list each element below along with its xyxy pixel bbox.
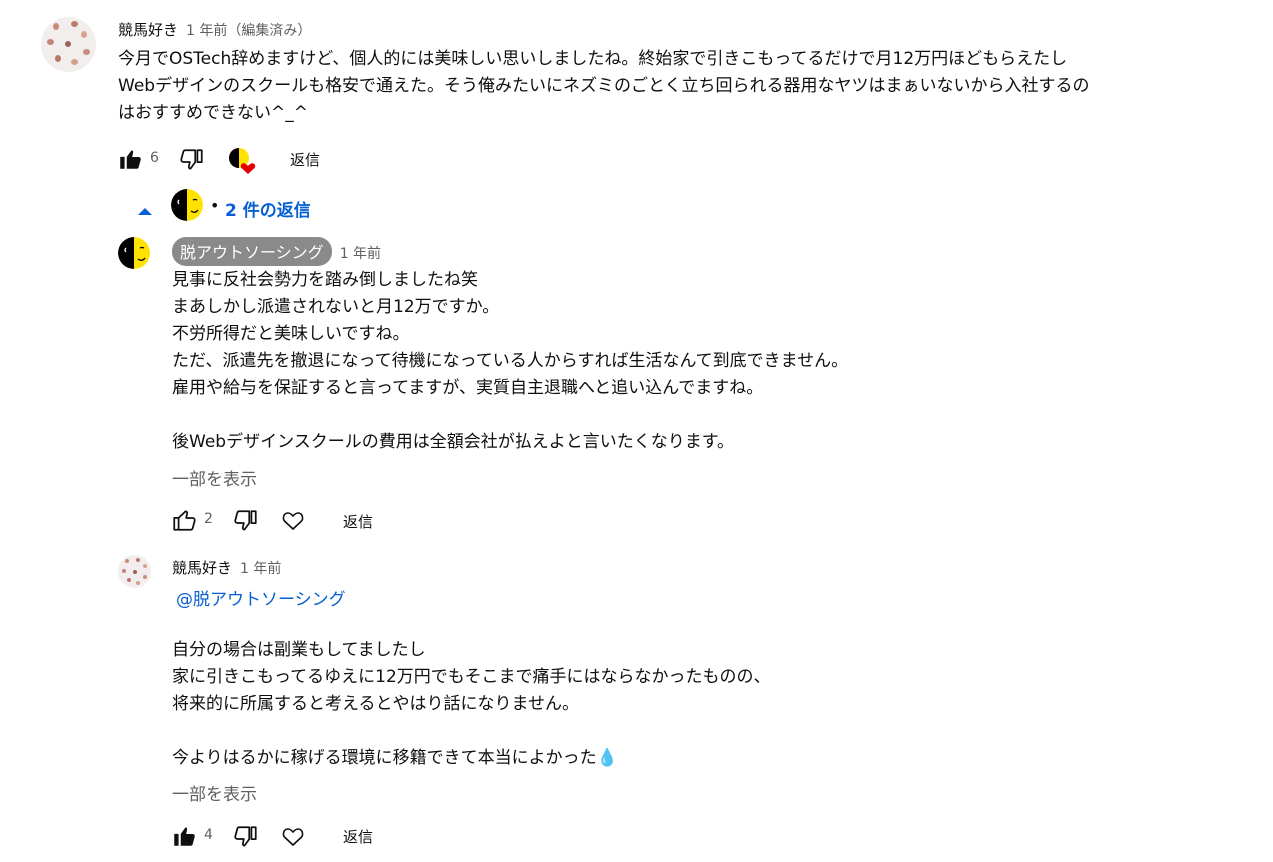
reply-button[interactable]: 返信 [343, 511, 373, 532]
show-more-link[interactable]: 一部を表示 [172, 465, 257, 490]
heart-button[interactable] [281, 825, 305, 847]
like-count: 4 [204, 827, 213, 843]
reply-timestamp[interactable]: 1 年前 [340, 246, 381, 262]
heart-button[interactable] [281, 509, 305, 531]
reply-header: 脱アウトソーシング 1 年前 [172, 237, 381, 266]
comment-timestamp[interactable]: 1 年前（編集済み） [186, 23, 311, 39]
heart-outline-icon [282, 828, 304, 847]
replies-toggle-button[interactable]: • 2 件の返信 [133, 188, 333, 224]
reply-text-block: 自分の場合は副業もしてましたし 家に引きこもってるゆえに12万円でもそこまで痛手… [172, 637, 1172, 772]
like-count: 2 [204, 511, 213, 527]
avatar-keiba[interactable] [41, 17, 96, 72]
reply-text: 自分の場合は副業もしてましたし 家に引きこもってるゆえに12万円でもそこまで痛手… [172, 640, 771, 768]
reply-button[interactable]: 返信 [290, 149, 320, 170]
comment-header: 競馬好き 1 年前（編集済み） [118, 19, 311, 40]
avatar-datsu-outsourcing[interactable] [118, 237, 150, 269]
replies-count: 2 件の返信 [225, 201, 311, 221]
heart-outline-icon [282, 512, 304, 531]
avatar-keiba[interactable] [118, 555, 151, 588]
dislike-button[interactable] [233, 508, 259, 534]
reply-author-avatar-mini [171, 189, 203, 221]
reply-author[interactable]: 競馬好き [172, 559, 232, 577]
like-button[interactable] [171, 823, 197, 849]
thumbs-up-filled-icon [120, 150, 141, 169]
reply-header: 競馬好き 1 年前 [172, 557, 281, 578]
bullet-separator: • [210, 196, 220, 215]
mention-link[interactable]: @脱アウトソーシング [176, 585, 346, 610]
thumbs-down-icon [234, 510, 257, 531]
thumbs-down-icon [180, 149, 203, 170]
comment-author[interactable]: 競馬好き [118, 21, 178, 39]
like-button[interactable] [171, 507, 197, 533]
like-count: 6 [150, 150, 159, 166]
dislike-button[interactable] [179, 147, 205, 173]
like-button[interactable] [117, 146, 143, 172]
channel-owner-chip[interactable]: 脱アウトソーシング [172, 237, 332, 266]
reply-text: 見事に反社会勢力を踏み倒しましたね笑 まあしかし派遣されないと月12万ですか。 … [172, 270, 849, 452]
reply-button[interactable]: 返信 [343, 826, 373, 847]
reply-timestamp[interactable]: 1 年前 [240, 561, 281, 577]
comment-text: 今月でOSTech辞めますけど、個人的には美味しい思いしましたね。終始家で引きこ… [118, 49, 1090, 123]
droplet-emoji: 💧 [596, 748, 618, 768]
creator-heart-icon [228, 147, 258, 175]
show-more-link[interactable]: 一部を表示 [172, 780, 257, 805]
dislike-button[interactable] [233, 824, 259, 850]
chevron-up-icon [137, 201, 153, 220]
thumbs-down-icon [234, 826, 257, 847]
thumbs-up-icon [173, 510, 196, 531]
thumbs-up-filled-icon [174, 827, 195, 846]
